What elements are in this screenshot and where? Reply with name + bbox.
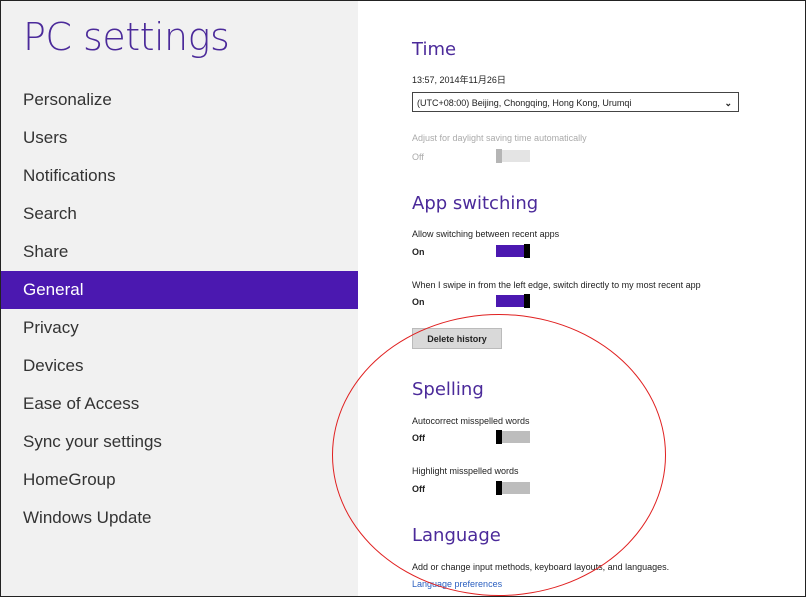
section-title-app-switching: App switching [412, 193, 539, 214]
highlight-state: Off [412, 484, 425, 494]
sidebar-item-ease-of-access[interactable]: Ease of Access [1, 385, 358, 423]
swipe-switch-thumb [524, 294, 530, 308]
delete-history-button[interactable]: Delete history [412, 328, 502, 349]
swipe-switch-fill [496, 295, 524, 307]
autocorrect-thumb [496, 430, 502, 444]
language-description: Add or change input methods, keyboard la… [412, 562, 670, 572]
chevron-down-icon: ⌄ [724, 98, 732, 108]
sidebar-item-privacy[interactable]: Privacy [1, 309, 358, 347]
allow-switching-label: Allow switching between recent apps [412, 229, 560, 239]
sidebar-item-notifications[interactable]: Notifications [1, 157, 358, 195]
language-preferences-link[interactable]: Language preferences [412, 579, 502, 589]
sidebar-item-windows-update[interactable]: Windows Update [1, 499, 358, 537]
current-datetime: 13:57, 2014年11月26日 [412, 75, 506, 85]
dst-label: Adjust for daylight saving time automati… [412, 133, 587, 143]
sidebar: PC settings Personalize Users Notificati… [1, 1, 358, 596]
highlight-label: Highlight misspelled words [412, 466, 519, 476]
section-title-spelling: Spelling [412, 379, 484, 400]
swipe-switch-label: When I swipe in from the left edge, swit… [412, 280, 701, 290]
autocorrect-label: Autocorrect misspelled words [412, 416, 530, 426]
sidebar-item-sync-your-settings[interactable]: Sync your settings [1, 423, 358, 461]
swipe-switch-state: On [412, 297, 425, 307]
section-title-language: Language [412, 525, 501, 546]
sidebar-nav: Personalize Users Notifications Search S… [1, 81, 358, 537]
sidebar-item-homegroup[interactable]: HomeGroup [1, 461, 358, 499]
allow-switching-fill [496, 245, 524, 257]
pc-settings-window: PC settings Personalize Users Notificati… [0, 0, 806, 597]
sidebar-item-personalize[interactable]: Personalize [1, 81, 358, 119]
swipe-switch-toggle[interactable] [496, 294, 530, 308]
allow-switching-state: On [412, 247, 425, 257]
annotation-circle [332, 314, 666, 596]
timezone-select[interactable]: (UTC+08:00) Beijing, Chongqing, Hong Kon… [412, 92, 739, 112]
sidebar-item-general[interactable]: General [1, 271, 358, 309]
section-title-time: Time [412, 39, 457, 60]
dst-toggle[interactable] [496, 149, 530, 163]
highlight-toggle[interactable] [496, 481, 530, 495]
app-title: PC settings [23, 15, 230, 59]
timezone-value: (UTC+08:00) Beijing, Chongqing, Hong Kon… [417, 98, 632, 108]
sidebar-item-devices[interactable]: Devices [1, 347, 358, 385]
sidebar-item-share[interactable]: Share [1, 233, 358, 271]
dst-toggle-thumb [496, 149, 502, 163]
sidebar-item-search[interactable]: Search [1, 195, 358, 233]
allow-switching-thumb [524, 244, 530, 258]
highlight-thumb [496, 481, 502, 495]
dst-state: Off [412, 152, 424, 162]
allow-switching-toggle[interactable] [496, 244, 530, 258]
sidebar-item-users[interactable]: Users [1, 119, 358, 157]
autocorrect-toggle[interactable] [496, 430, 530, 444]
autocorrect-state: Off [412, 433, 425, 443]
